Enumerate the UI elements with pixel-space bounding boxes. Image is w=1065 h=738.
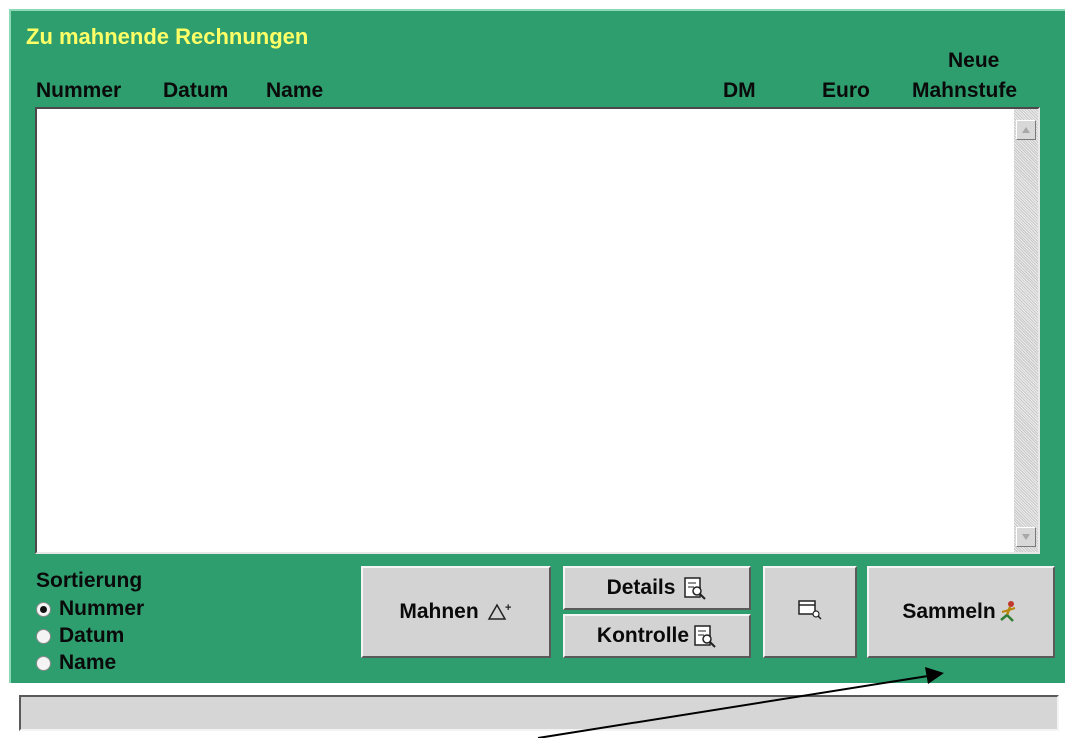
sammeln-button[interactable]: Sammeln [867, 566, 1055, 658]
document-magnifier-icon [683, 576, 707, 600]
scroll-up-button[interactable] [1016, 120, 1036, 140]
column-header-mahnstufe[interactable]: Mahnstufe [912, 79, 1017, 103]
sort-option-name[interactable]: Name [36, 651, 116, 675]
mahnen-label: Mahnen [399, 600, 479, 623]
sort-option-label: Nummer [59, 597, 145, 620]
sort-option-datum[interactable]: Datum [36, 624, 124, 648]
vertical-scrollbar[interactable] [1014, 109, 1038, 552]
invoice-list-body[interactable] [37, 109, 1013, 552]
sorting-label: Sortierung [36, 569, 143, 592]
status-bar [19, 695, 1059, 731]
sort-option-nummer[interactable]: Nummer [36, 597, 144, 621]
scroll-down-button[interactable] [1016, 527, 1036, 547]
mahnen-button[interactable]: Mahnen + [361, 566, 551, 658]
kontrolle-label: Kontrolle [596, 624, 690, 647]
window-view-button[interactable] [763, 566, 857, 658]
svg-text:+: + [505, 602, 511, 614]
radio-button[interactable] [36, 628, 51, 644]
column-header-neue[interactable]: Neue [948, 49, 999, 73]
kontrolle-button[interactable]: Kontrolle [563, 614, 751, 658]
warning-plus-icon: + [487, 601, 513, 623]
invoice-list[interactable] [35, 107, 1040, 554]
column-header-nummer[interactable]: Nummer [36, 79, 121, 103]
radio-button-selected[interactable] [36, 601, 51, 617]
triangle-down-icon [1022, 534, 1030, 540]
column-header-dm[interactable]: DM [723, 79, 756, 103]
running-person-icon [998, 600, 1020, 624]
sammeln-label: Sammeln [902, 600, 996, 623]
column-header-datum[interactable]: Datum [163, 79, 228, 103]
window-magnifier-icon [796, 597, 824, 627]
document-magnifier-icon [693, 624, 717, 648]
sort-option-label: Datum [59, 624, 125, 647]
window-title: Zu mahnende Rechnungen [26, 24, 309, 49]
details-button[interactable]: Details [563, 566, 751, 610]
column-header-name[interactable]: Name [266, 79, 323, 103]
triangle-up-icon [1022, 127, 1030, 133]
sort-option-label: Name [59, 651, 117, 674]
radio-button[interactable] [36, 655, 51, 671]
column-header-euro[interactable]: Euro [822, 79, 870, 103]
details-label: Details [606, 576, 676, 599]
